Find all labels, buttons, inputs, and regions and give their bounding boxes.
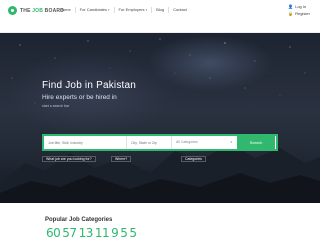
category-count: 11: [94, 226, 110, 240]
chevron-down-icon: ▾: [145, 8, 148, 12]
register-label: Register: [295, 11, 310, 16]
keyword-input[interactable]: [44, 136, 127, 149]
search-button[interactable]: Search: [237, 136, 275, 149]
category-counts: 60 57 13 11 9 5 5: [46, 227, 137, 239]
category-count: 60: [46, 226, 61, 240]
site-header: THE JOB BOARD Home For Candidates▾ For E…: [0, 0, 320, 33]
logo-accent: JOB: [32, 7, 44, 14]
location-label: Where?: [111, 156, 132, 162]
hero-banner: Find Job in Pakistan Hire experts or be …: [0, 33, 320, 203]
popular-categories-title: Popular Job Categories: [45, 217, 113, 223]
chevron-down-icon: ▾: [108, 8, 110, 12]
category-count: 13: [78, 226, 94, 240]
login-label: Log In: [295, 4, 307, 9]
logo-icon: [8, 6, 17, 15]
hero-tagline: start a search bar: [42, 104, 70, 108]
category-label: Categories: [181, 156, 206, 162]
category-count: 5: [120, 226, 128, 240]
nav-contact[interactable]: Contact: [169, 7, 191, 13]
category-select-value: All Categories: [176, 140, 198, 144]
nav-for-employers[interactable]: For Employers▾: [115, 7, 153, 13]
register-icon: 🔒: [288, 11, 294, 16]
nav-for-candidates-label: For Candidates: [79, 7, 108, 12]
hero-title: Find Job in Pakistan: [42, 80, 137, 91]
category-count: 57: [62, 226, 77, 240]
nav-home[interactable]: Home: [56, 7, 76, 13]
category-count: 9: [111, 226, 119, 240]
city-input[interactable]: [127, 136, 172, 149]
keyword-label: What job are you looking for?: [42, 156, 96, 162]
user-icon: 👤: [288, 4, 294, 9]
category-select[interactable]: All Categories ▾: [172, 136, 236, 149]
chevron-down-icon: ▾: [230, 140, 232, 144]
category-count: 5: [129, 226, 137, 240]
nav-for-employers-label: For Employers: [118, 7, 145, 12]
auth-links: 👤 Log In 🔒 Register: [288, 4, 310, 16]
nav-for-candidates[interactable]: For Candidates▾: [76, 7, 115, 13]
nav-blog[interactable]: Blog: [152, 7, 170, 13]
main-nav: Home For Candidates▾ For Employers▾ Blog…: [56, 7, 191, 13]
register-link[interactable]: 🔒 Register: [288, 11, 310, 16]
login-link[interactable]: 👤 Log In: [288, 4, 310, 9]
job-search-form: All Categories ▾ Search: [42, 134, 278, 151]
hero-subtitle: Hire experts or be hired in: [42, 94, 117, 101]
logo-prefix: THE: [20, 7, 33, 14]
